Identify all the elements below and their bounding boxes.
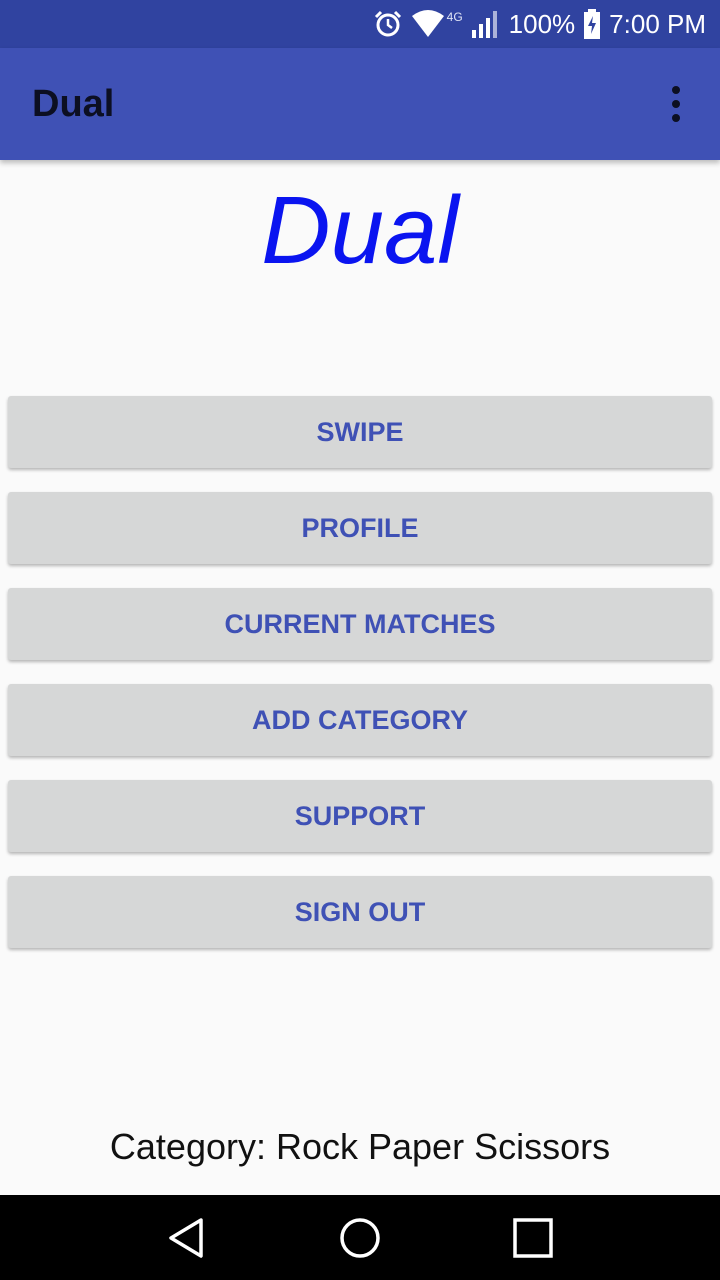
home-icon[interactable] [330,1208,390,1268]
status-bar: 4G 100% 7:00 PM [0,0,720,48]
clock: 7:00 PM [609,8,706,39]
back-icon[interactable] [157,1208,217,1268]
battery-percent: 100% [508,8,576,39]
main-menu: SWIPE PROFILE CURRENT MATCHES ADD CATEGO… [8,396,712,948]
app-title: Dual [32,82,115,125]
swipe-button[interactable]: SWIPE [8,396,712,468]
current-matches-button[interactable]: CURRENT MATCHES [8,588,712,660]
recents-icon[interactable] [503,1208,563,1268]
system-nav-bar [0,1195,720,1280]
network-type: 4G [446,10,463,24]
support-button[interactable]: SUPPORT [8,780,712,852]
signal-icon [471,10,501,38]
category-label: Category: Rock Paper Scissors [109,1126,611,1167]
brand-logo-text: Dual [261,177,459,284]
wifi-icon [411,10,445,38]
sign-out-button[interactable]: SIGN OUT [8,876,712,948]
add-category-button[interactable]: ADD CATEGORY [8,684,712,756]
battery-charging-icon [583,9,601,39]
profile-button[interactable]: PROFILE [8,492,712,564]
more-vert-icon[interactable] [656,74,696,134]
alarm-icon [373,9,403,39]
app-bar: Dual [0,48,720,160]
